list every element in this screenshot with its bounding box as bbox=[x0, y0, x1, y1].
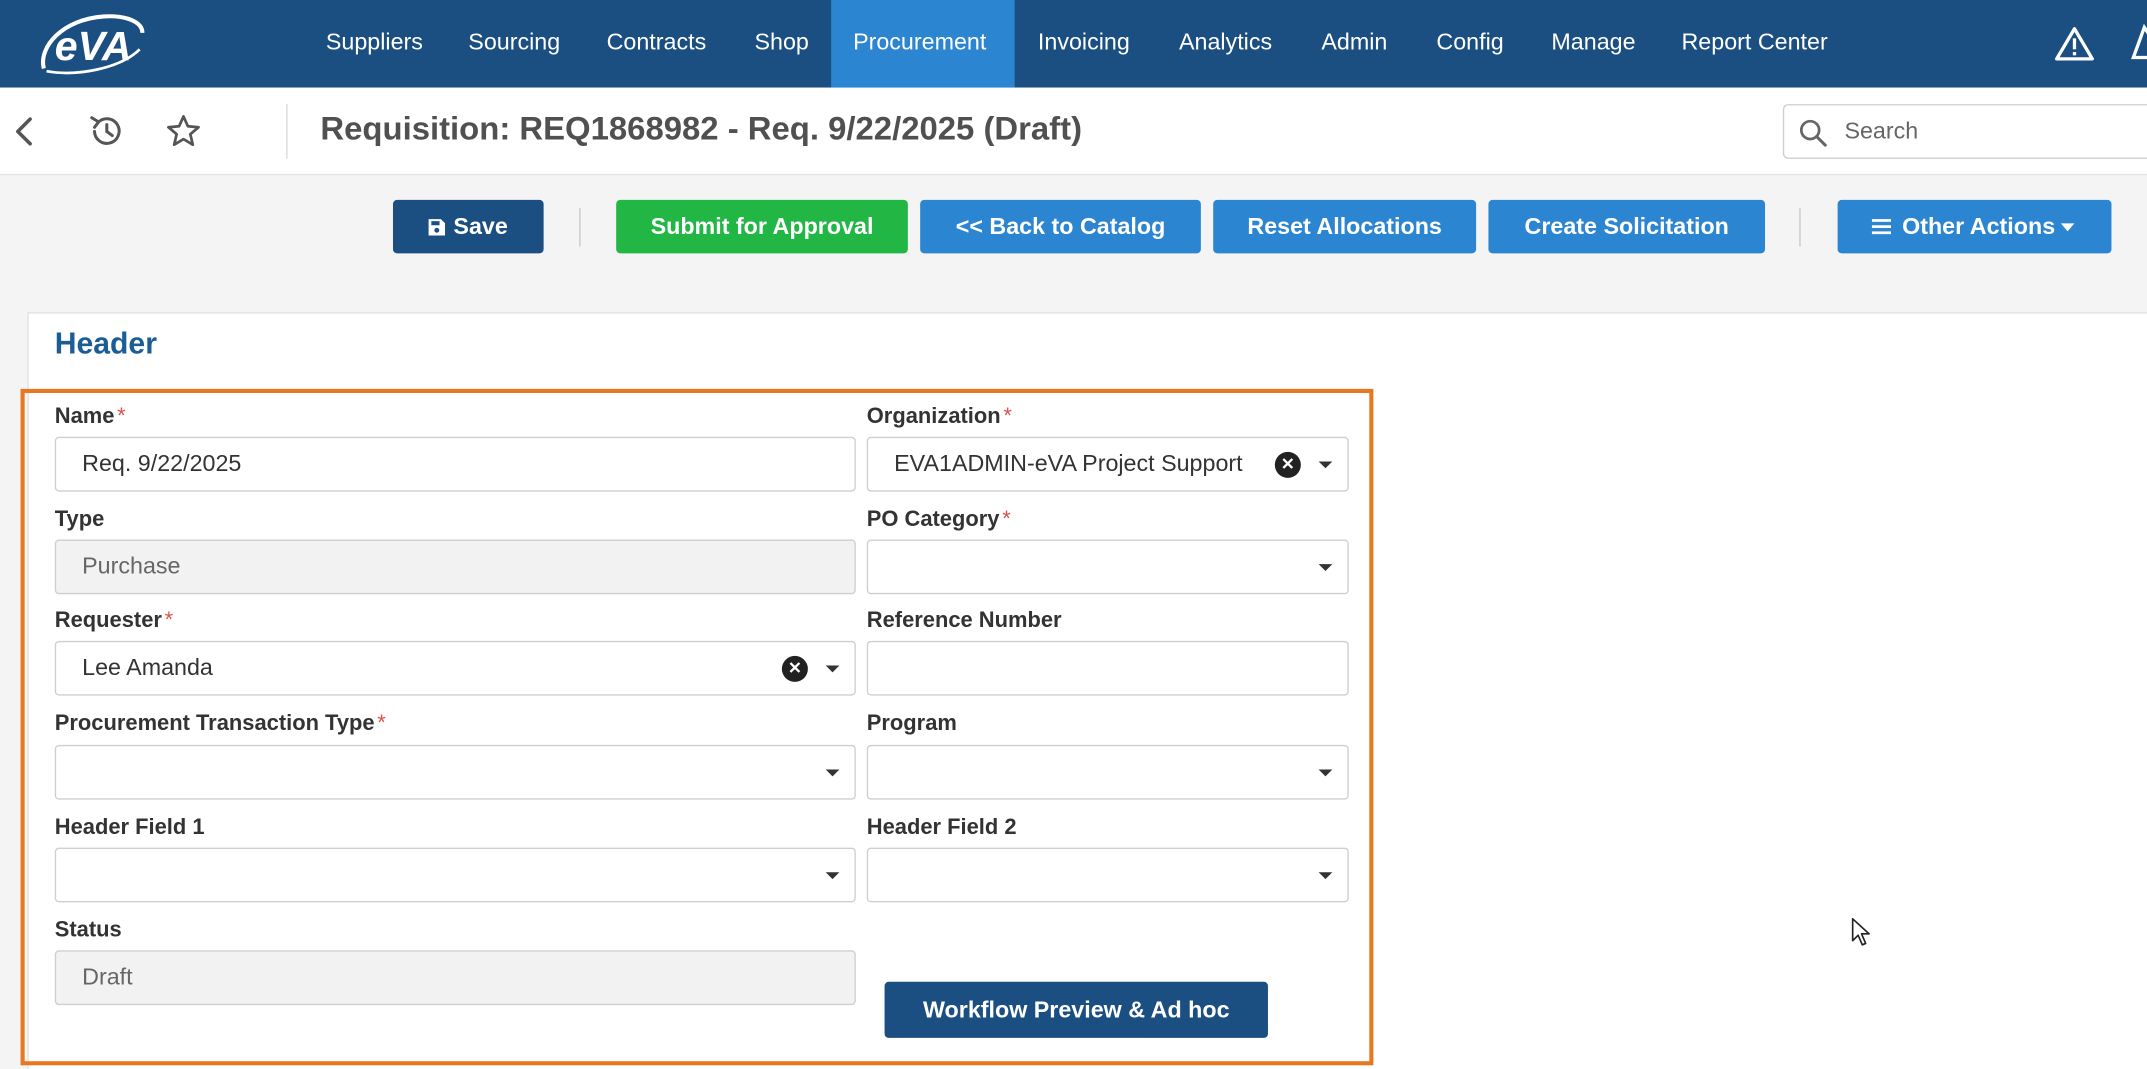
header-field-1-label: Header Field 1 bbox=[54, 816, 205, 840]
nav-item-analytics[interactable]: Analytics bbox=[1157, 0, 1294, 88]
menu-icon bbox=[1871, 219, 1892, 235]
procurement-transaction-type-label-text: Procurement Transaction Type bbox=[54, 712, 375, 736]
title-divider bbox=[286, 104, 288, 159]
page: eVA Suppliers Sourcing Contracts Shop Pr… bbox=[0, 0, 2147, 1069]
section-title: Header bbox=[54, 325, 157, 361]
reference-number-label: Reference Number bbox=[866, 609, 1062, 633]
nav-item-suppliers[interactable]: Suppliers bbox=[304, 0, 445, 88]
user-icon[interactable] bbox=[2131, 22, 2147, 63]
type-label: Type bbox=[54, 508, 105, 532]
history-icon[interactable] bbox=[88, 112, 126, 150]
nav-item-invoicing[interactable]: Invoicing bbox=[1016, 0, 1152, 88]
eva-logo[interactable]: eVA bbox=[36, 8, 148, 79]
chevron-down-icon[interactable] bbox=[825, 665, 840, 673]
nav-item-manage[interactable]: Manage bbox=[1530, 0, 1658, 88]
nav-item-sourcing[interactable]: Sourcing bbox=[446, 0, 582, 88]
type-field: Purchase bbox=[54, 539, 856, 595]
action-divider bbox=[1799, 208, 1801, 247]
chevron-down-icon bbox=[2060, 223, 2075, 232]
requester-label: Requester * bbox=[55, 609, 173, 634]
mouse-cursor-icon bbox=[1851, 917, 1870, 946]
required-asterisk: * bbox=[1003, 405, 1012, 429]
organization-select[interactable]: EVA1ADMIN-eVA Project Support ✕ bbox=[866, 436, 1349, 492]
workflow-preview-button[interactable]: Workflow Preview & Ad hoc bbox=[884, 981, 1268, 1038]
po-category-label: PO Category * bbox=[867, 508, 1011, 533]
program-select[interactable] bbox=[866, 744, 1349, 800]
requester-select[interactable]: Lee Amanda ✕ bbox=[54, 640, 856, 696]
requester-value: Lee Amanda bbox=[82, 654, 213, 681]
type-value: Purchase bbox=[82, 553, 181, 580]
nav-item-contracts[interactable]: Contracts bbox=[585, 0, 728, 88]
header-field-2-label: Header Field 2 bbox=[866, 816, 1017, 840]
chevron-down-icon[interactable] bbox=[1318, 769, 1333, 777]
alert-triangle-icon[interactable] bbox=[2054, 25, 2095, 63]
header-field-1-select[interactable] bbox=[54, 847, 856, 903]
program-label: Program bbox=[866, 712, 957, 736]
back-chevron-icon[interactable] bbox=[5, 112, 43, 150]
chevron-down-icon[interactable] bbox=[1318, 461, 1333, 469]
save-icon bbox=[428, 219, 446, 236]
star-icon[interactable] bbox=[164, 112, 202, 150]
clear-icon[interactable]: ✕ bbox=[1274, 451, 1301, 478]
clear-icon[interactable]: ✕ bbox=[781, 655, 808, 682]
status-value: Draft bbox=[82, 963, 133, 991]
chevron-down-icon[interactable] bbox=[1318, 872, 1333, 880]
save-button[interactable]: Save bbox=[392, 199, 544, 254]
procurement-transaction-type-label: Procurement Transaction Type * bbox=[55, 712, 386, 737]
logo-text: eVA bbox=[55, 23, 132, 69]
save-label: Save bbox=[453, 213, 508, 240]
procurement-transaction-type-select[interactable] bbox=[54, 744, 856, 800]
create-solicitation-button[interactable]: Create Solicitation bbox=[1488, 199, 1766, 254]
organization-value: EVA1ADMIN-eVA Project Support bbox=[894, 450, 1243, 477]
nav-item-shop[interactable]: Shop bbox=[733, 0, 831, 88]
page-title-bar: Requisition: REQ1868982 - Req. 9/22/2025… bbox=[0, 87, 2147, 176]
required-asterisk: * bbox=[164, 609, 174, 633]
search-input[interactable] bbox=[1833, 105, 2147, 158]
po-category-label-text: PO Category bbox=[866, 508, 1000, 532]
chevron-down-icon[interactable] bbox=[825, 769, 840, 777]
top-navigation-bar: eVA Suppliers Sourcing Contracts Shop Pr… bbox=[0, 0, 2147, 88]
chevron-down-icon[interactable] bbox=[1318, 564, 1333, 571]
organization-label-text: Organization bbox=[866, 405, 1001, 429]
organization-label: Organization * bbox=[867, 405, 1012, 430]
nav-item-admin[interactable]: Admin bbox=[1299, 0, 1409, 88]
reset-allocations-button[interactable]: Reset Allocations bbox=[1213, 199, 1477, 254]
nav-item-config[interactable]: Config bbox=[1414, 0, 1525, 88]
chevron-down-icon[interactable] bbox=[825, 872, 840, 880]
status-label: Status bbox=[54, 918, 122, 943]
search-box[interactable] bbox=[1782, 104, 2147, 159]
submit-for-approval-button[interactable]: Submit for Approval bbox=[616, 199, 908, 254]
name-label-text: Name bbox=[54, 405, 115, 429]
name-value: Req. 9/22/2025 bbox=[82, 450, 242, 477]
name-field[interactable]: Req. 9/22/2025 bbox=[54, 436, 856, 492]
required-asterisk: * bbox=[377, 712, 386, 736]
name-label: Name * bbox=[55, 405, 126, 430]
other-actions-button[interactable]: Other Actions bbox=[1837, 199, 2112, 254]
action-divider bbox=[579, 208, 581, 247]
po-category-select[interactable] bbox=[866, 539, 1349, 595]
status-field: Draft bbox=[54, 950, 856, 1006]
header-field-2-select[interactable] bbox=[866, 847, 1349, 903]
back-to-catalog-button[interactable]: << Back to Catalog bbox=[920, 199, 1201, 254]
required-asterisk: * bbox=[117, 405, 126, 429]
required-asterisk: * bbox=[1002, 508, 1011, 532]
nav-item-report-center[interactable]: Report Center bbox=[1660, 0, 1850, 88]
other-actions-label: Other Actions bbox=[1902, 213, 2056, 240]
page-title: Requisition: REQ1868982 - Req. 9/22/2025… bbox=[320, 110, 1083, 148]
search-icon bbox=[1799, 119, 1827, 147]
reference-number-field[interactable] bbox=[866, 640, 1349, 696]
requester-label-text: Requester bbox=[54, 609, 162, 633]
nav-item-procurement[interactable]: Procurement bbox=[831, 0, 1015, 88]
